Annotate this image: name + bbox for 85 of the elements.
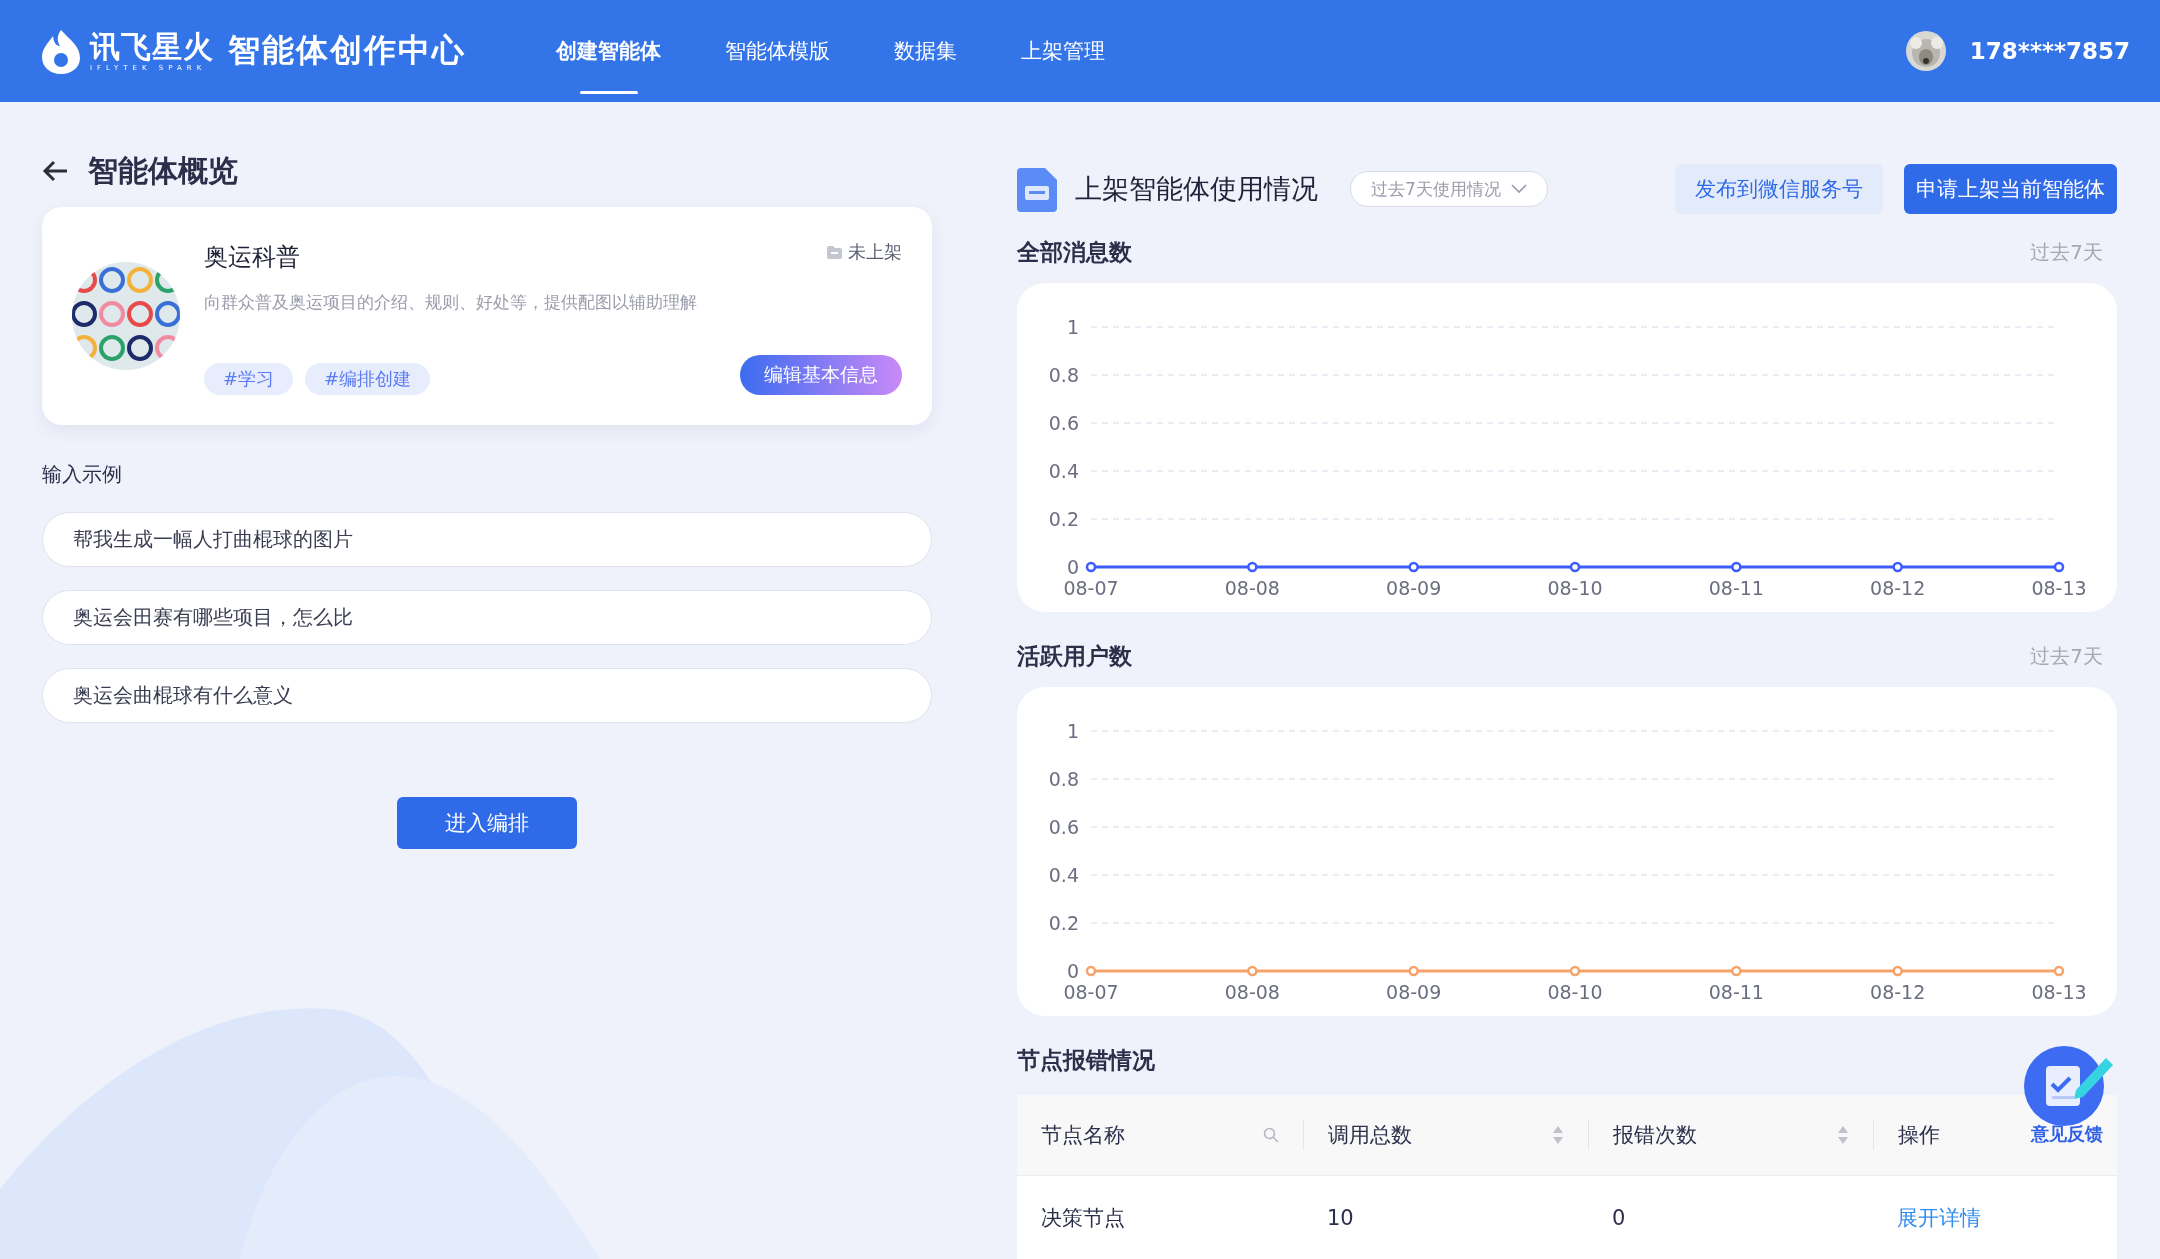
y-tick-label: 0.4 [1048,864,1079,886]
section-label: 输入示例 [42,461,123,488]
x-tick-label: 08-11 [1708,577,1764,599]
period-dropdown[interactable]: 过去7天使用情况 [1350,171,1548,207]
period-label: 过去7天 [2030,642,2103,670]
x-tick-label: 08-11 [1708,981,1764,1003]
apply-listing-button[interactable]: 申请上架当前智能体 [1904,164,2117,214]
y-tick-label: 1 [1066,316,1079,338]
period-label: 过去7天 [2030,238,2103,266]
x-tick-label: 08-09 [1386,981,1442,1003]
column-header: 操作 [1898,1122,1940,1149]
table-cell-text: 决策节点 [1040,1205,1126,1232]
document-icon [1017,166,1059,212]
example-prompt[interactable]: 奥运会田赛有哪些项目，怎么比 [42,590,932,645]
caret-icon [1510,184,1527,194]
data-point [1731,965,1742,977]
user-phone: 178****7857 [1969,38,2130,64]
search-icon [1263,1127,1279,1143]
data-point [2053,965,2065,977]
data-point [1408,561,1419,573]
data-point [1247,561,1258,573]
y-tick-label: 0.2 [1048,508,1079,530]
data-point [1085,965,1097,977]
nav-tab[interactable]: 上架管理 [1021,0,1105,102]
logo-text: 讯飞星火 [90,29,214,64]
nav-tab[interactable]: 智能体模版 [725,0,830,102]
enter-orchestration-button[interactable]: 进入编排 [397,797,577,849]
y-tick-label: 0.8 [1048,364,1079,386]
nav-tab[interactable]: 数据集 [894,0,957,102]
x-tick-label: 08-10 [1547,577,1603,599]
flame-logo-icon [40,28,82,74]
agent-description: 向群众普及奥运项目的介绍、规则、好处等，提供配图以辅助理解 [204,291,698,314]
sort-icon [1552,1125,1564,1145]
page-title: 智能体概览 [88,151,238,190]
data-point [1408,965,1419,977]
tag: #学习 [204,363,294,395]
data-point [1731,561,1742,573]
example-prompt[interactable]: 帮我生成一幅人打曲棍球的图片 [42,512,932,567]
agent-name: 奥运科普 [204,242,300,273]
column-header: 节点名称 [1041,1122,1125,1149]
column-header: 调用总数 [1328,1122,1412,1149]
x-tick-label: 08-12 [1870,981,1926,1003]
y-tick-label: 1 [1066,720,1079,742]
section-title: 节点报错情况 [1017,1045,1155,1075]
nav-tab[interactable]: 创建智能体 [556,0,661,102]
back-arrow-icon[interactable] [42,160,68,182]
data-point [1247,965,1258,977]
data-point [1569,965,1581,977]
sort-icon [1837,1125,1849,1145]
x-tick-label: 08-07 [1063,981,1119,1003]
x-tick-label: 08-13 [2031,577,2087,599]
column-header: 报错次数 [1613,1122,1697,1149]
y-tick-label: 0.6 [1048,816,1079,838]
data-point [2053,561,2065,573]
publish-button[interactable]: 发布到微信服务号 [1675,164,1883,214]
y-tick-label: 0 [1066,960,1079,982]
x-tick-label: 08-13 [2031,981,2087,1003]
status-text: 未上架 [848,240,902,264]
x-tick-label: 08-12 [1870,577,1926,599]
table-cell-text: 0 [1611,1206,1627,1230]
table-cell-text: 10 [1326,1206,1355,1230]
x-tick-label: 08-08 [1224,577,1280,599]
x-tick-label: 08-10 [1547,981,1603,1003]
section-title: 活跃用户数 [1017,641,1132,671]
y-tick-label: 0.2 [1048,912,1079,934]
y-tick-label: 0.4 [1048,460,1079,482]
data-point [1085,561,1097,573]
app-title: 智能体创作中心 [228,30,466,71]
x-tick-label: 08-09 [1386,577,1442,599]
section-title: 全部消息数 [1017,237,1132,267]
x-tick-label: 08-08 [1224,981,1280,1003]
y-tick-label: 0.6 [1048,412,1079,434]
data-point [1892,965,1903,977]
edit-info-button[interactable]: 编辑基本信息 [740,355,902,395]
folder-icon [827,245,842,259]
example-prompt[interactable]: 奥运会曲棍球有什么意义 [42,668,932,723]
y-tick-label: 0 [1066,556,1079,578]
expand-details-link[interactable]: 展开详情 [1897,1204,1981,1232]
data-point [1892,561,1903,573]
tag: #编排创建 [305,363,431,395]
x-tick-label: 08-07 [1063,577,1119,599]
data-point [1569,561,1581,573]
y-tick-label: 0.8 [1048,768,1079,790]
section-title: 上架智能体使用情况 [1075,172,1318,206]
feedback-label[interactable]: 意见反馈 [2031,1122,2103,1146]
